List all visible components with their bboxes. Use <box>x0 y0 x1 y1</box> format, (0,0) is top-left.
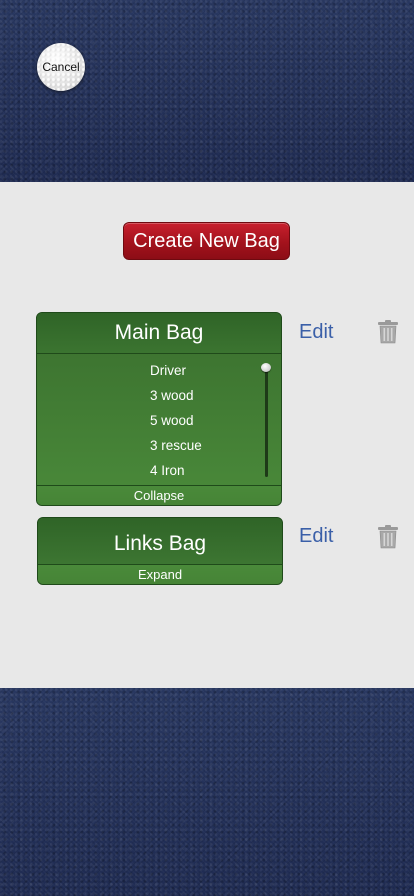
club-item[interactable]: 3 rescue <box>150 438 202 453</box>
club-item[interactable]: Driver <box>150 363 186 378</box>
scroll-track[interactable] <box>265 367 268 477</box>
bag-card-main: Main Bag Driver 3 wood 5 wood 3 rescue 4… <box>36 312 282 506</box>
edit-main-bag-link[interactable]: Edit <box>299 321 333 344</box>
club-list[interactable]: Driver 3 wood 5 wood 3 rescue 4 Iron <box>37 354 281 486</box>
club-item[interactable]: 5 wood <box>150 413 194 428</box>
expand-button[interactable]: Expand <box>38 564 282 584</box>
trash-icon[interactable] <box>377 525 399 549</box>
bag-panel: Create New Bag Main Bag Driver 3 wood 5 … <box>0 182 414 688</box>
denim-background-top <box>0 0 414 182</box>
cancel-button[interactable]: Cancel <box>37 43 85 91</box>
club-item[interactable]: 4 Iron <box>150 463 185 478</box>
denim-background-bottom <box>0 688 414 896</box>
edit-links-bag-link[interactable]: Edit <box>299 525 333 548</box>
club-item[interactable]: 3 wood <box>150 388 194 403</box>
bag-card-links: Links Bag Expand <box>37 517 283 585</box>
trash-icon[interactable] <box>377 320 399 344</box>
scroll-knob[interactable] <box>261 363 271 372</box>
cancel-label: Cancel <box>42 60 80 74</box>
bag-title[interactable]: Main Bag <box>37 313 281 354</box>
bag-title[interactable]: Links Bag <box>38 518 282 566</box>
create-new-bag-button[interactable]: Create New Bag <box>123 222 290 260</box>
collapse-button[interactable]: Collapse <box>37 485 281 505</box>
create-new-bag-label: Create New Bag <box>133 229 280 252</box>
